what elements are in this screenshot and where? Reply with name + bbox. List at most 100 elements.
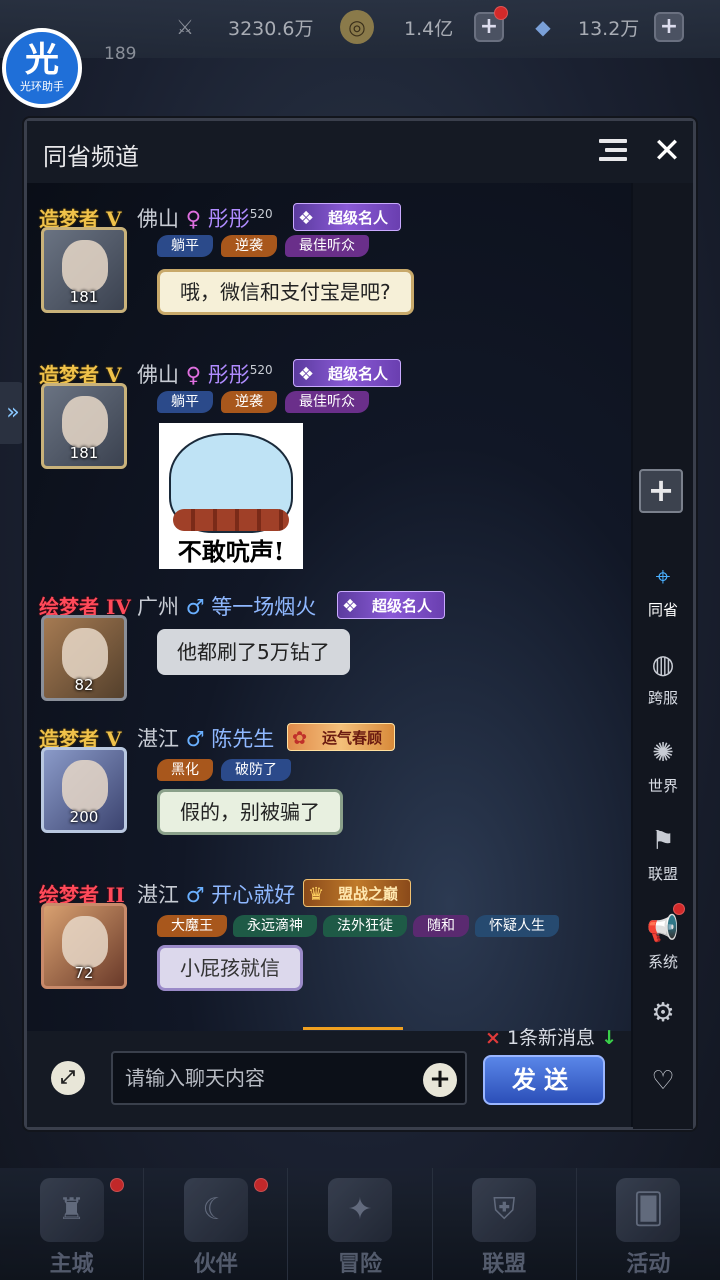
chat-panel-header: 同省频道 ✕ [27,121,693,183]
close-icon[interactable]: ✕ [649,133,685,169]
nav-alliance[interactable]: ⛨ 联盟 [433,1168,577,1280]
notification-dot [254,1178,269,1192]
settings-button[interactable]: ⚙ [633,993,693,1033]
sender-name[interactable]: 湛江 ♂ 陈先生 [137,723,274,753]
tag: 怀疑人生 [475,915,559,937]
avatar-face [62,916,108,968]
filter-menu-icon[interactable] [599,139,631,165]
tag-list: 大魔王 永远滴神 法外狂徒 随和 怀疑人生 [157,915,559,937]
avatar[interactable]: 72 [41,903,127,989]
wing-icon: ❖ [342,596,359,617]
planet-icon: ◍ [651,650,675,680]
gold-value: 1.4亿 [404,17,454,40]
banner-icon: ⚑ [651,826,675,856]
diamond-resource: ◆ 13.2万 [526,10,639,44]
tag: 永远滴神 [233,915,317,937]
add-channel-button[interactable]: + [639,469,683,513]
sender-nick: 彤彤 [207,207,250,231]
nick-sup: 520 [249,363,273,377]
emoji-add-button[interactable]: + [423,1063,457,1097]
compass-icon: ✺ [652,738,674,768]
helper-glyph: 光 [25,40,59,80]
helper-label: 光环助手 [20,80,64,93]
message-bubble[interactable]: 他都刷了5万钻了 [157,629,350,675]
wing-icon: ❖ [298,208,315,229]
sender-city: 广州 [137,595,179,619]
nav-label: 活动 [626,1251,671,1277]
tag: 黑化 [157,759,213,781]
sender-name[interactable]: 佛山 ♀ 彤彤520 [137,203,273,233]
new-message-label: 1条新消息 [506,1027,596,1049]
diamond-value: 13.2万 [578,17,640,40]
crown-icon: ♛ [308,884,325,905]
avatar[interactable]: 181 [41,383,127,469]
player-level: 189 [104,44,137,64]
honor-badge-label: 超级名人 [328,365,389,383]
tag: 最佳听众 [285,235,369,257]
honor-badge: ♛ 盟战之巅 [303,879,412,907]
nav-main-city[interactable]: ♜ 主城 [0,1168,145,1280]
sender-nick: 开心就好 [211,883,296,907]
nav-partners[interactable]: ☾ 伙伴 [144,1168,289,1280]
add-diamond-button[interactable]: + [654,12,684,42]
power-value: 3230.6万 [228,17,314,40]
gold-resource: ◎ 1.4亿 [340,10,453,44]
avatar[interactable]: 181 [41,227,127,313]
avatar[interactable]: 200 [41,747,127,833]
nav-events[interactable]: 🂠 活动 [577,1168,720,1280]
male-icon: ♂ [185,595,205,619]
sidebar-item-system[interactable]: 📢 系统 [633,909,693,972]
avatar-face [62,240,108,292]
message-bubble[interactable]: 小屁孩就信 [157,945,303,991]
power-resource: ⚔ 3230.6万 [168,10,313,44]
sidebar-item-label: 同省 [647,601,678,619]
tag: 躺平 [157,235,213,257]
honor-badge-label: 运气春顾 [322,729,383,747]
send-button[interactable]: 发送 [483,1055,605,1105]
wing-icon: ❖ [298,364,315,385]
sender-city: 佛山 [137,363,179,387]
bottom-navigation: ♜ 主城 ☾ 伙伴 ✦ 冒险 ⛨ 联盟 🂠 活动 [0,1168,720,1280]
sticker-image[interactable]: 不敢吭声! [159,423,303,569]
sidebar-item-alliance[interactable]: ⚑ 联盟 [633,821,693,884]
tag-list: 黑化 破防了 [157,759,291,781]
female-icon: ♀ [185,363,202,387]
dismiss-icon[interactable]: × [485,1027,501,1049]
tag-list: 躺平 逆袭 最佳听众 [157,235,369,257]
sticker-caption: 不敢吭声! [177,537,285,566]
sidebar-item-cross-server[interactable]: ◍ 跨服 [633,645,693,708]
nav-adventure[interactable]: ✦ 冒险 [288,1168,433,1280]
coin-icon: ◎ [340,10,374,44]
sender-name[interactable]: 广州 ♂ 等一场烟火 [137,591,316,621]
diamond-icon: ◆ [535,15,551,39]
chat-input[interactable] [111,1051,467,1105]
sender-nick: 陈先生 [211,727,275,751]
avatar[interactable]: 82 [41,615,127,701]
chat-message-list[interactable]: 造梦者 V 佛山 ♀ 彤彤520 ❖ 超级名人 181 躺平 逆袭 最佳听众 哦… [27,183,631,1031]
resize-icon[interactable]: ⤢ [51,1061,85,1095]
sender-name[interactable]: 佛山 ♀ 彤彤520 [137,359,273,389]
expand-side-tab[interactable]: » [0,382,26,444]
location-pin-icon: ⌖ [655,562,671,592]
male-icon: ♂ [185,883,205,907]
new-message-divider [303,1027,403,1030]
sender-name[interactable]: 湛江 ♂ 开心就好 [137,879,295,909]
honor-badge: ✿ 运气春顾 [287,723,396,751]
avatar-level: 200 [69,808,99,826]
sidebar-item-world[interactable]: ✺ 世界 [633,733,693,796]
honor-badge: ❖ 超级名人 [337,591,446,619]
new-message-notice[interactable]: × 1条新消息 ↓ [485,1023,617,1050]
tag: 最佳听众 [285,391,369,413]
panel-title: 同省频道 [43,143,139,171]
friends-chat-button[interactable]: ♡ [633,1061,693,1101]
sidebar-item-label: 联盟 [647,865,678,883]
message-bubble[interactable]: 假的，别被骗了 [157,789,343,835]
notification-dot [673,903,685,915]
sword-icon: ⚔ [176,15,194,39]
helper-app-badge[interactable]: 光 光环助手 [2,28,82,108]
message-bubble[interactable]: 哦，微信和支付宝是吧? [157,269,414,315]
nav-label: 冒险 [338,1251,383,1277]
sender-city: 湛江 [137,883,179,907]
tag: 躺平 [157,391,213,413]
sidebar-item-province[interactable]: ⌖ 同省 [633,557,693,620]
